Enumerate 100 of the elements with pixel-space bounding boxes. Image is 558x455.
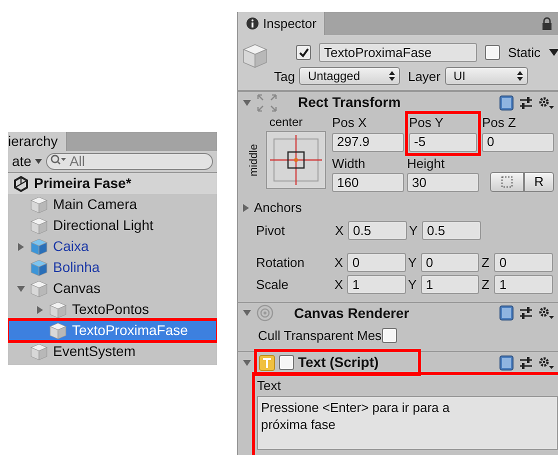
hierarchy-item[interactable]: EventSystem	[8, 341, 217, 362]
axis-label: X	[334, 254, 344, 272]
cube-icon	[49, 322, 67, 340]
hierarchy-item[interactable]: Main Camera	[8, 194, 217, 215]
rect-transform-icon	[256, 92, 278, 112]
text-component-icon	[259, 354, 275, 370]
layer-dropdown[interactable]: UI	[444, 67, 528, 86]
component-title: Canvas Renderer	[294, 304, 410, 322]
lock-icon[interactable]	[540, 17, 554, 31]
settings-icon[interactable]	[538, 356, 554, 370]
scene-title: Primeira Fase*	[34, 174, 132, 193]
enable-checkbox[interactable]	[279, 355, 294, 370]
axis-label: X	[334, 276, 344, 294]
axis-label: Z	[481, 254, 490, 272]
preset-icon[interactable]	[519, 96, 533, 110]
settings-icon[interactable]	[538, 306, 554, 320]
collapse-arrow-icon[interactable]	[16, 284, 26, 292]
help-icon[interactable]	[499, 305, 514, 321]
value-field[interactable]: 0	[420, 253, 480, 272]
axis-label: X	[335, 222, 345, 240]
value-field[interactable]: 0.5	[348, 221, 407, 240]
expand-arrow-icon[interactable]	[36, 304, 44, 314]
blueprint-button[interactable]	[490, 172, 524, 192]
axis-label: Y	[409, 222, 419, 240]
field-label: Pos X	[332, 114, 368, 132]
value-field[interactable]: 1	[420, 275, 480, 294]
cube-icon	[30, 196, 48, 214]
hierarchy-item[interactable]: Caixa	[8, 236, 217, 257]
value-field[interactable]: 1	[347, 275, 406, 294]
anchor-label: center	[269, 114, 303, 131]
info-icon	[246, 17, 259, 30]
tag-label: Tag	[274, 68, 295, 86]
row-label: Pivot	[256, 222, 286, 240]
value-field[interactable]: 297.9	[332, 132, 404, 152]
toggle-label: Cull Transparent Mes	[258, 326, 382, 345]
value-field[interactable]: -5	[409, 132, 477, 152]
dotted-square-icon	[501, 176, 513, 188]
name-field[interactable]: TextoProximaFase	[319, 43, 477, 62]
component-title: Text (Script)	[298, 353, 379, 372]
prefab-cube-icon	[30, 238, 48, 256]
value-field[interactable]: 0	[482, 132, 554, 152]
checkbox[interactable]	[382, 328, 397, 343]
row-label: Rotation	[256, 254, 306, 272]
hierarchy-item[interactable]: TextoPontos	[8, 299, 217, 320]
static-label: Static	[508, 44, 541, 62]
axis-label: Y	[408, 254, 418, 272]
row-label: Scale	[256, 276, 290, 294]
text-area[interactable]: Pressione <Enter> para ir para a próxima fase	[257, 396, 558, 450]
collapse-arrow-icon[interactable]	[242, 358, 252, 366]
value-field[interactable]: 0	[494, 253, 553, 272]
value-field[interactable]: 0.5	[422, 221, 481, 240]
value-field[interactable]: 1	[494, 275, 553, 294]
updown-icon	[516, 71, 522, 82]
inspector-tab[interactable]: Inspector	[238, 12, 326, 35]
hierarchy-item[interactable]: Bolinha	[8, 257, 217, 278]
anchor-label: middle	[246, 144, 261, 176]
create-menu[interactable]: ate	[12, 151, 42, 172]
caret-icon	[35, 159, 42, 164]
updown-icon	[388, 71, 395, 82]
tag-dropdown[interactable]: Untagged	[298, 67, 400, 86]
component-title: Rect Transform	[298, 93, 401, 112]
scene-icon	[12, 174, 30, 192]
cube-icon	[30, 216, 48, 234]
value-field[interactable]: 30	[407, 173, 479, 192]
gameobject-icon	[242, 43, 268, 69]
collapse-arrow-icon[interactable]	[242, 309, 252, 317]
preset-icon[interactable]	[519, 356, 533, 370]
canvas-renderer-icon	[256, 304, 274, 322]
cube-icon	[49, 300, 67, 318]
axis-label: Y	[408, 276, 418, 294]
axis-label: Z	[481, 276, 490, 294]
value-field[interactable]: 160	[332, 173, 404, 192]
field-label: Pos Z	[482, 114, 517, 132]
static-checkbox[interactable]	[485, 45, 500, 60]
anchors-label: Anchors	[254, 199, 302, 217]
field-label: Pos Y	[409, 114, 444, 132]
field-label: Text	[257, 377, 282, 395]
reset-button[interactable]: R	[524, 172, 554, 192]
panel-tab[interactable]: ierarchy	[8, 132, 67, 151]
hierarchy-item[interactable]: Canvas	[8, 278, 217, 299]
active-checkbox[interactable]	[296, 45, 311, 60]
settings-icon[interactable]	[538, 96, 554, 110]
cube-icon	[30, 280, 48, 298]
search-icon	[50, 154, 66, 166]
expand-arrow-icon[interactable]	[17, 242, 25, 252]
collapse-arrow-icon[interactable]	[242, 98, 252, 106]
prefab-cube-icon	[30, 258, 48, 276]
anchor-preset-widget[interactable]	[266, 131, 326, 189]
help-icon[interactable]	[499, 94, 514, 110]
search-field[interactable]: All	[46, 153, 213, 170]
field-label: Width	[332, 154, 366, 172]
expand-arrow-icon[interactable]	[242, 202, 250, 213]
cube-icon	[30, 342, 48, 360]
value-field[interactable]: 0	[347, 253, 406, 272]
preset-icon[interactable]	[519, 306, 533, 320]
hierarchy-item[interactable]: TextoProximaFase	[8, 320, 217, 341]
help-icon[interactable]	[499, 354, 514, 370]
caret-icon[interactable]	[548, 49, 558, 56]
hierarchy-item[interactable]: Directional Light	[8, 215, 217, 236]
field-label: Height	[407, 154, 446, 173]
